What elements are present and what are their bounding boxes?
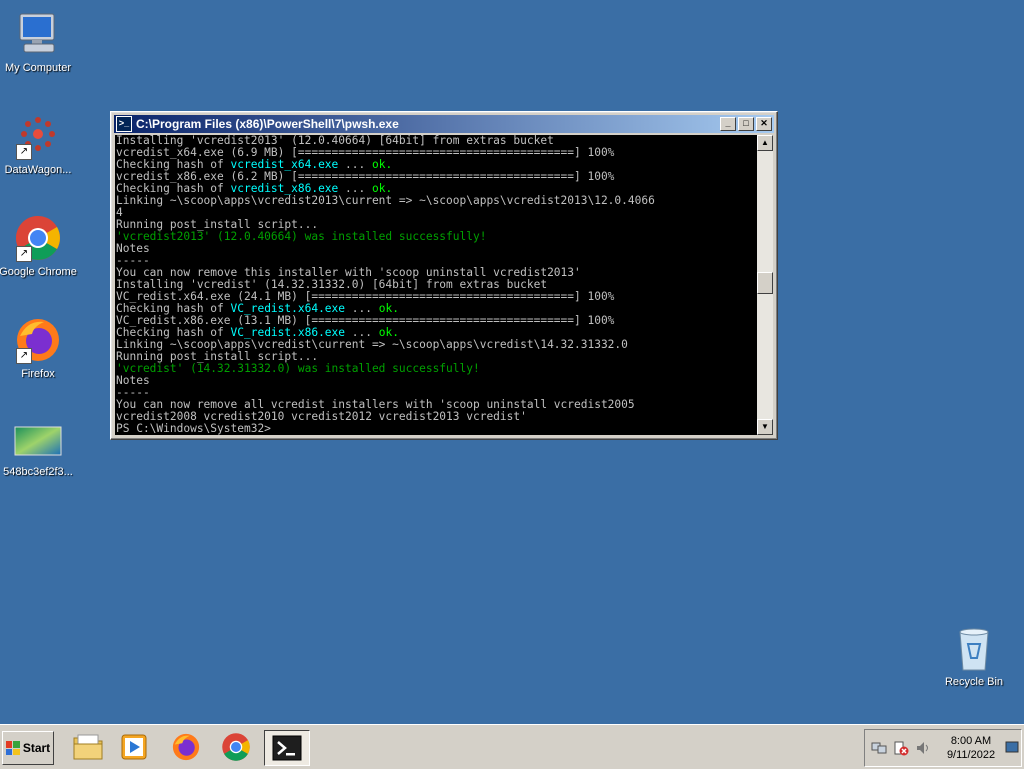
scroll-down-arrow-icon[interactable]: ▼ [757,419,773,435]
taskbar-chrome[interactable] [214,730,258,764]
folder-icon [73,734,103,760]
scroll-up-arrow-icon[interactable]: ▲ [757,135,773,151]
shortcut-arrow-icon: ↗ [16,144,32,160]
recycle-bin-icon [950,624,998,672]
console-text: Linking ~\scoop\apps\vcredist2013\curren… [116,194,655,207]
window-titlebar[interactable]: >_ C:\Program Files (x86)\PowerShell\7\p… [114,115,774,133]
clock-date: 9/11/2022 [946,749,996,761]
console-text: PS C:\Windows\System32> [116,422,271,435]
taskbar-powershell[interactable] [264,730,310,766]
datawagon-logo-icon: ↗ [14,112,62,160]
start-button[interactable]: Start [2,731,54,765]
minimize-button[interactable]: _ [720,117,736,131]
firefox-icon: ↗ [14,316,62,364]
powershell-icon [272,735,302,761]
computer-icon [14,10,62,58]
close-button[interactable]: ✕ [756,117,772,131]
desktop-icon-label: Firefox [21,368,55,380]
chrome-icon: ↗ [14,214,62,262]
powershell-icon: >_ [116,116,132,132]
console-line: Notes [116,375,757,387]
network-icon[interactable] [871,740,887,756]
desktop-icon-label: DataWagon... [4,164,72,176]
shortcut-arrow-icon: ↗ [16,246,32,262]
window-title: C:\Program Files (x86)\PowerShell\7\pwsh… [136,117,399,131]
volume-icon[interactable] [915,740,931,756]
system-tray: 8:00 AM 9/11/2022 [864,729,1022,767]
vertical-scrollbar[interactable]: ▲ ▼ [757,135,773,435]
desktop-icon-datawagon[interactable]: ↗ DataWagon... [0,112,78,176]
image-file-icon [14,424,62,462]
desktop-icon-google-chrome[interactable]: ↗ Google Chrome [0,214,78,278]
maximize-button[interactable]: □ [738,117,754,131]
show-desktop-icon[interactable] [1005,740,1019,754]
desktop-icon-label: Google Chrome [0,266,77,278]
shortcut-arrow-icon: ↗ [16,348,32,364]
firefox-icon [172,733,200,761]
windows-flag-icon [5,741,20,755]
scroll-thumb[interactable] [757,272,773,294]
console-line: Notes [116,243,757,255]
taskbar-file-explorer[interactable] [66,730,110,764]
console-line: PS C:\Windows\System32> [116,423,757,435]
media-player-icon [121,734,147,760]
console-line: Linking ~\scoop\apps\vcredist2013\curren… [116,195,757,207]
action-center-warning-icon[interactable] [893,740,909,756]
desktop-icon-label: My Computer [4,62,72,74]
taskbar: Start 8:00 AM 9/11/2022 [0,724,1024,769]
clock-time: 8:00 AM [950,735,992,747]
taskbar-media-player[interactable] [112,730,156,764]
console-text: 'vcredist' (14.32.31332.0) was installed… [116,362,480,375]
desktop-icon-label: Recycle Bin [944,676,1004,688]
console-text: 'vcredist2013' (12.0.40664) was installe… [116,230,487,243]
console-line: 'vcredist2013' (12.0.40664) was installe… [116,231,757,243]
console-line: 'vcredist' (14.32.31332.0) was installed… [116,363,757,375]
powershell-window: >_ C:\Program Files (x86)\PowerShell\7\p… [110,111,778,440]
console-output[interactable]: Installing 'vcredist2013' (12.0.40664) [… [115,135,757,435]
taskbar-firefox[interactable] [164,730,208,764]
desktop-icon-label: 548bc3ef2f3... [3,466,73,478]
desktop-icon-firefox[interactable]: ↗ Firefox [0,316,78,380]
desktop-icon-my-computer[interactable]: My Computer [0,10,78,74]
clock[interactable]: 8:00 AM 9/11/2022 [941,734,1001,762]
desktop-icon-image-file[interactable]: 548bc3ef2f3... [0,424,78,478]
chrome-icon [222,733,250,761]
start-label: Start [22,741,51,755]
desktop-icon-recycle-bin[interactable]: Recycle Bin [934,624,1014,688]
